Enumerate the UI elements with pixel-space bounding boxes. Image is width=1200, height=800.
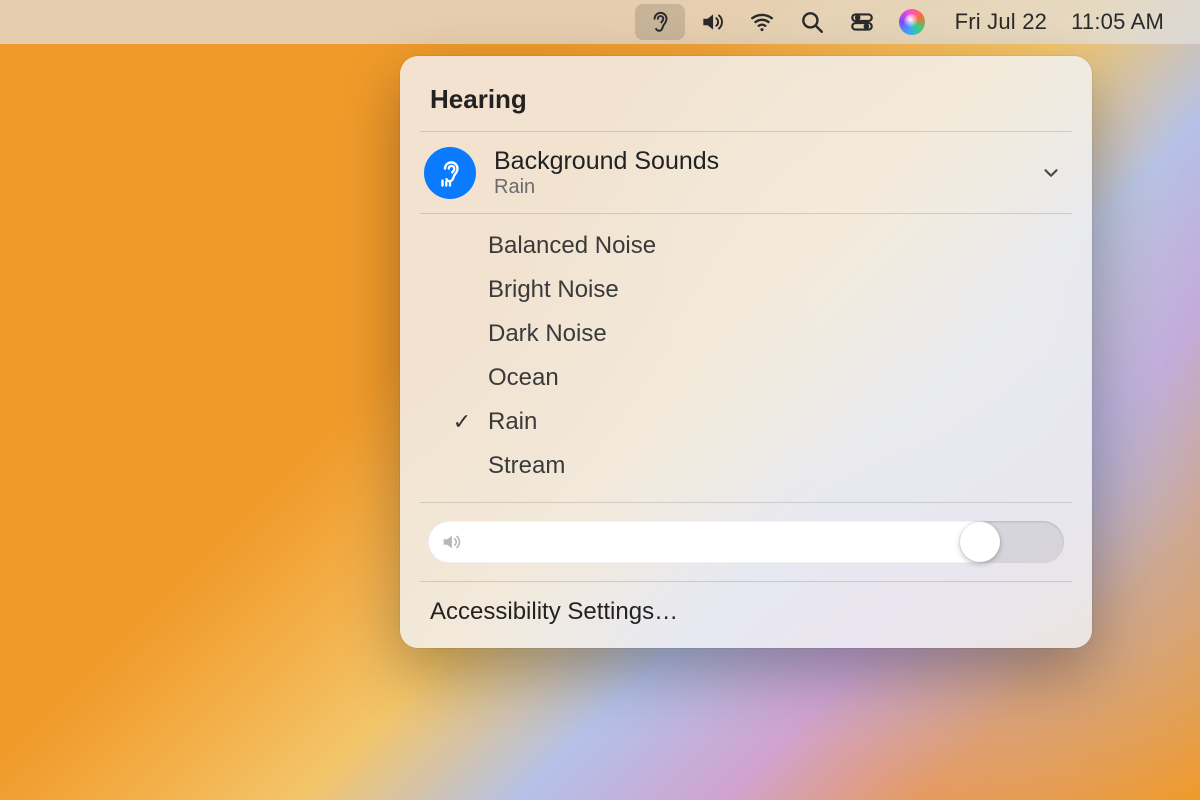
panel-title: Hearing <box>400 78 1092 131</box>
sound-option-label: Stream <box>488 452 565 480</box>
speaker-icon <box>440 531 462 553</box>
sound-option-label: Dark Noise <box>488 320 607 348</box>
menubar: Fri Jul 22 11:05 AM <box>0 0 1200 44</box>
background-sounds-label: Background Sounds <box>494 146 1040 176</box>
background-sounds-current: Rain <box>494 176 1040 199</box>
background-sounds-icon <box>424 147 476 199</box>
chevron-down-icon <box>1040 162 1062 184</box>
accessibility-settings-button[interactable]: Accessibility Settings… <box>400 582 1092 630</box>
background-sounds-row[interactable]: Background Sounds Rain <box>400 132 1092 213</box>
menubar-control-center-button[interactable] <box>837 0 887 44</box>
sound-option-rain[interactable]: ✓ Rain <box>400 400 1092 444</box>
wifi-icon <box>749 9 775 35</box>
volume-slider-fill <box>428 521 1000 563</box>
menubar-spotlight-button[interactable] <box>787 0 837 44</box>
sound-list: Balanced Noise Bright Noise Dark Noise O… <box>400 214 1092 502</box>
menubar-date-text: Fri Jul 22 <box>949 9 1053 35</box>
menubar-date[interactable]: Fri Jul 22 <box>937 0 1065 44</box>
search-icon <box>799 9 825 35</box>
menubar-wifi-button[interactable] <box>737 0 787 44</box>
sound-option-bright-noise[interactable]: Bright Noise <box>400 268 1092 312</box>
volume-slider-row <box>400 503 1092 581</box>
sound-option-label: Balanced Noise <box>488 232 656 260</box>
control-center-icon <box>849 9 875 35</box>
sound-option-label: Rain <box>488 408 537 436</box>
speaker-icon <box>699 9 725 35</box>
checkmark-icon: ✓ <box>448 409 476 435</box>
menubar-time[interactable]: 11:05 AM <box>1065 0 1182 44</box>
sound-option-balanced-noise[interactable]: Balanced Noise <box>400 224 1092 268</box>
sound-option-label: Ocean <box>488 364 559 392</box>
sound-option-dark-noise[interactable]: Dark Noise <box>400 312 1092 356</box>
sound-option-label: Bright Noise <box>488 276 619 304</box>
background-sounds-text: Background Sounds Rain <box>494 146 1040 199</box>
siri-icon <box>899 9 925 35</box>
ear-waves-icon <box>435 158 465 188</box>
accessibility-settings-label: Accessibility Settings… <box>430 598 678 625</box>
menubar-siri-button[interactable] <box>887 0 937 44</box>
hearing-panel: Hearing Background Sounds Rain Balanced … <box>400 56 1092 648</box>
sound-option-stream[interactable]: Stream <box>400 444 1092 488</box>
menubar-hearing-button[interactable] <box>635 4 685 40</box>
ear-icon <box>647 9 673 35</box>
menubar-sound-button[interactable] <box>687 0 737 44</box>
menubar-time-text: 11:05 AM <box>1065 9 1170 35</box>
sound-option-ocean[interactable]: Ocean <box>400 356 1092 400</box>
volume-slider[interactable] <box>428 521 1064 563</box>
